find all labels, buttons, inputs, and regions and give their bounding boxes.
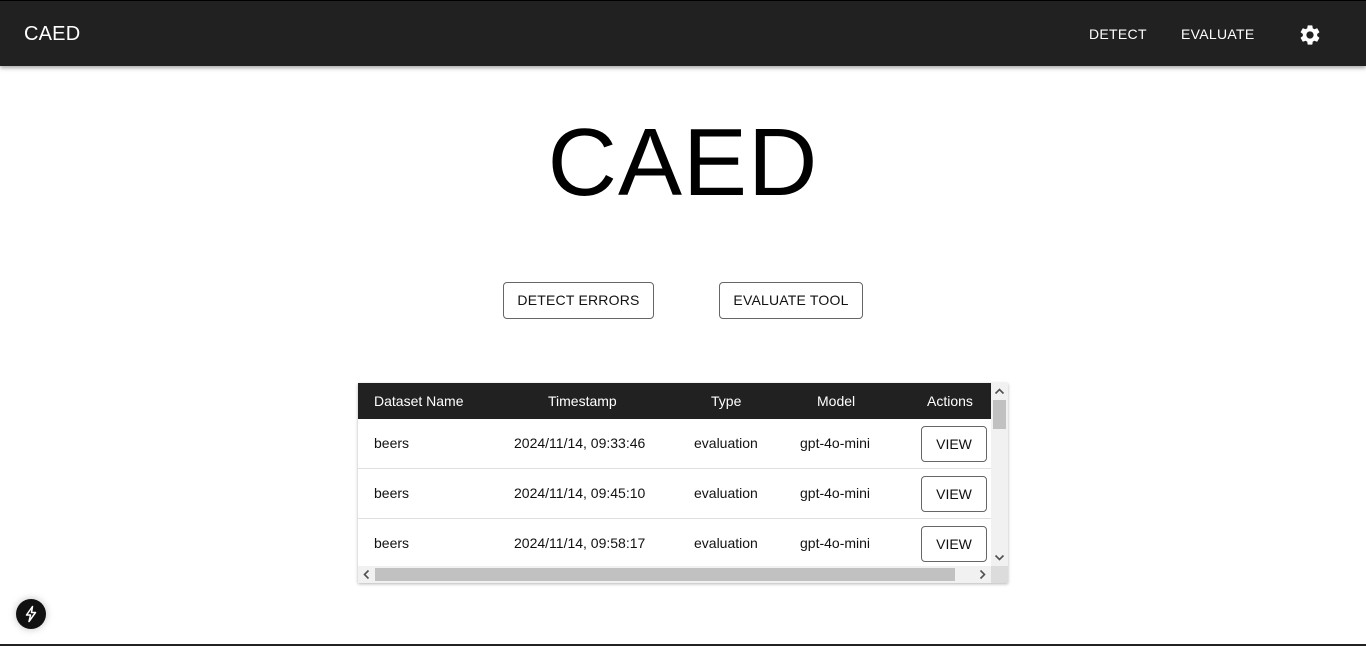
evaluate-tool-button[interactable]: EVALUATE TOOL — [719, 282, 863, 319]
column-header-actions: Actions — [927, 393, 973, 409]
column-header-model[interactable]: Model — [817, 383, 855, 419]
view-button[interactable]: VIEW — [921, 526, 987, 562]
page-title: CAED — [547, 109, 819, 216]
cell-timestamp: 2024/11/14, 09:58:17 — [514, 535, 646, 551]
results-table: Dataset Name Timestamp Type Model Action… — [358, 383, 1008, 583]
scrollbar-corner — [991, 566, 1008, 583]
column-header-type[interactable]: Type — [711, 383, 741, 419]
view-button[interactable]: VIEW — [921, 426, 987, 462]
scroll-right-icon[interactable] — [974, 566, 991, 583]
table-row: beers 2024/11/14, 09:45:10 evaluation gp… — [358, 469, 991, 519]
cell-model: gpt-4o-mini — [800, 535, 871, 551]
lightning-icon[interactable] — [16, 599, 46, 629]
horizontal-scroll-thumb[interactable] — [375, 568, 955, 581]
app-bar: CAED DETECT EVALUATE — [0, 0, 1366, 66]
nav-evaluate[interactable]: EVALUATE — [1181, 25, 1254, 43]
cell-dataset-name: beers — [374, 435, 410, 451]
cell-dataset-name: beers — [374, 485, 410, 501]
detect-errors-button[interactable]: DETECT ERRORS — [503, 282, 654, 319]
cell-dataset-name: beers — [374, 535, 410, 551]
scroll-up-icon[interactable] — [991, 383, 1008, 400]
cell-type: evaluation — [694, 535, 758, 551]
cell-model: gpt-4o-mini — [800, 485, 871, 501]
cell-timestamp: 2024/11/14, 09:33:46 — [514, 435, 646, 451]
column-header-timestamp[interactable]: Timestamp — [548, 383, 617, 419]
gear-icon[interactable] — [1298, 23, 1322, 47]
table-row: beers 2024/11/14, 09:58:17 evaluation gp… — [358, 519, 991, 569]
cell-model: gpt-4o-mini — [800, 435, 871, 451]
cell-type: evaluation — [694, 485, 758, 501]
horizontal-scrollbar[interactable] — [358, 566, 991, 583]
nav-detect[interactable]: DETECT — [1089, 25, 1147, 43]
cell-timestamp: 2024/11/14, 09:45:10 — [514, 485, 646, 501]
vertical-scroll-thumb[interactable] — [993, 400, 1006, 429]
scroll-down-icon[interactable] — [991, 549, 1008, 566]
table-header: Dataset Name Timestamp Type Model Action… — [358, 383, 991, 419]
cell-type: evaluation — [694, 435, 758, 451]
view-button[interactable]: VIEW — [921, 476, 987, 512]
vertical-scrollbar[interactable] — [991, 383, 1008, 566]
column-header-dataset-name[interactable]: Dataset Name — [374, 383, 463, 419]
scroll-left-icon[interactable] — [358, 566, 375, 583]
app-brand[interactable]: CAED — [24, 22, 80, 46]
table-row: beers 2024/11/14, 09:33:46 evaluation gp… — [358, 419, 991, 469]
